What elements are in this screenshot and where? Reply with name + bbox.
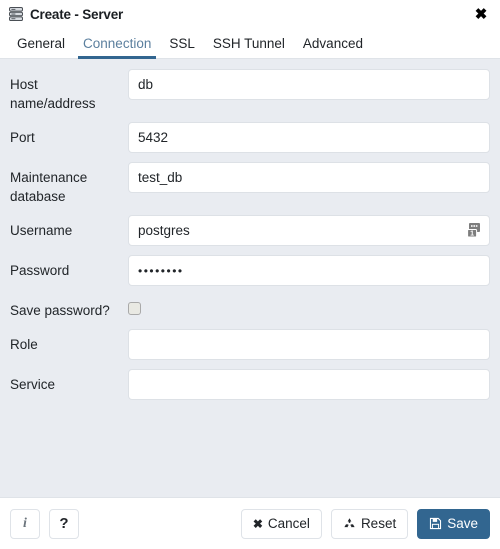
field-row-service: Service	[10, 369, 490, 400]
field-row-password: Password	[10, 255, 490, 286]
close-icon[interactable]: ✖	[472, 5, 490, 23]
port-label: Port	[10, 130, 35, 145]
field-row-save-password: Save password?	[10, 295, 490, 320]
port-control	[128, 122, 490, 153]
floppy-disk-icon	[429, 517, 442, 530]
create-server-dialog: Create - Server ✖ General Connection SSL…	[0, 0, 500, 549]
dialog-titlebar: Create - Server ✖	[0, 0, 500, 28]
cancel-button[interactable]: ✖ Cancel	[240, 508, 322, 539]
save-password-checkbox[interactable]	[128, 302, 141, 315]
username-control: 1	[128, 215, 490, 246]
reset-button-label: Reset	[360, 516, 397, 531]
password-control	[128, 255, 490, 286]
save-password-control	[128, 295, 490, 315]
password-input[interactable]	[128, 255, 490, 286]
svg-text:1: 1	[470, 231, 474, 238]
tab-general[interactable]: General	[8, 28, 74, 58]
saved-logins-icon[interactable]: 1	[466, 221, 484, 239]
save-password-label: Save password?	[10, 303, 110, 318]
field-row-host: Host name/address	[10, 69, 490, 113]
field-row-role: Role	[10, 329, 490, 360]
field-row-username: Username 1	[10, 215, 490, 246]
reset-button[interactable]: Reset	[330, 508, 409, 539]
maintenance-database-control	[128, 162, 490, 193]
info-icon[interactable]: i	[10, 508, 40, 539]
dialog-footer: i ? ✖ Cancel Reset Save	[0, 497, 500, 549]
maintenance-database-input[interactable]	[128, 162, 490, 193]
save-button[interactable]: Save	[417, 508, 490, 539]
role-label: Role	[10, 337, 38, 352]
username-label: Username	[10, 223, 73, 238]
service-input[interactable]	[128, 369, 490, 400]
host-input[interactable]	[128, 69, 490, 100]
host-label: Host name/address	[10, 77, 96, 111]
tab-connection[interactable]: Connection	[74, 28, 160, 59]
save-button-label: Save	[447, 516, 478, 531]
maintenance-database-label: Maintenance database	[10, 170, 88, 204]
role-input[interactable]	[128, 329, 490, 360]
field-row-port: Port	[10, 122, 490, 153]
dialog-title: Create - Server	[30, 6, 124, 22]
port-input[interactable]	[128, 122, 490, 153]
tab-ssh-tunnel[interactable]: SSH Tunnel	[204, 28, 294, 58]
field-row-maintenance-database: Maintenance database	[10, 162, 490, 206]
connection-form: Host name/address Port Maintenance datab…	[0, 59, 500, 497]
recycle-icon	[343, 517, 356, 530]
role-control	[128, 329, 490, 360]
username-input[interactable]	[128, 215, 490, 246]
cancel-button-label: Cancel	[267, 516, 310, 531]
tab-advanced[interactable]: Advanced	[294, 28, 372, 58]
cross-icon: ✖	[252, 516, 263, 531]
password-label: Password	[10, 263, 70, 278]
service-label: Service	[10, 377, 56, 392]
host-control	[128, 69, 490, 100]
help-icon[interactable]: ?	[49, 508, 79, 539]
server-rack-icon	[8, 6, 24, 22]
dialog-tabbar: General Connection SSL SSH Tunnel Advanc…	[0, 28, 500, 59]
service-control	[128, 369, 490, 400]
tab-ssl[interactable]: SSL	[160, 28, 204, 58]
